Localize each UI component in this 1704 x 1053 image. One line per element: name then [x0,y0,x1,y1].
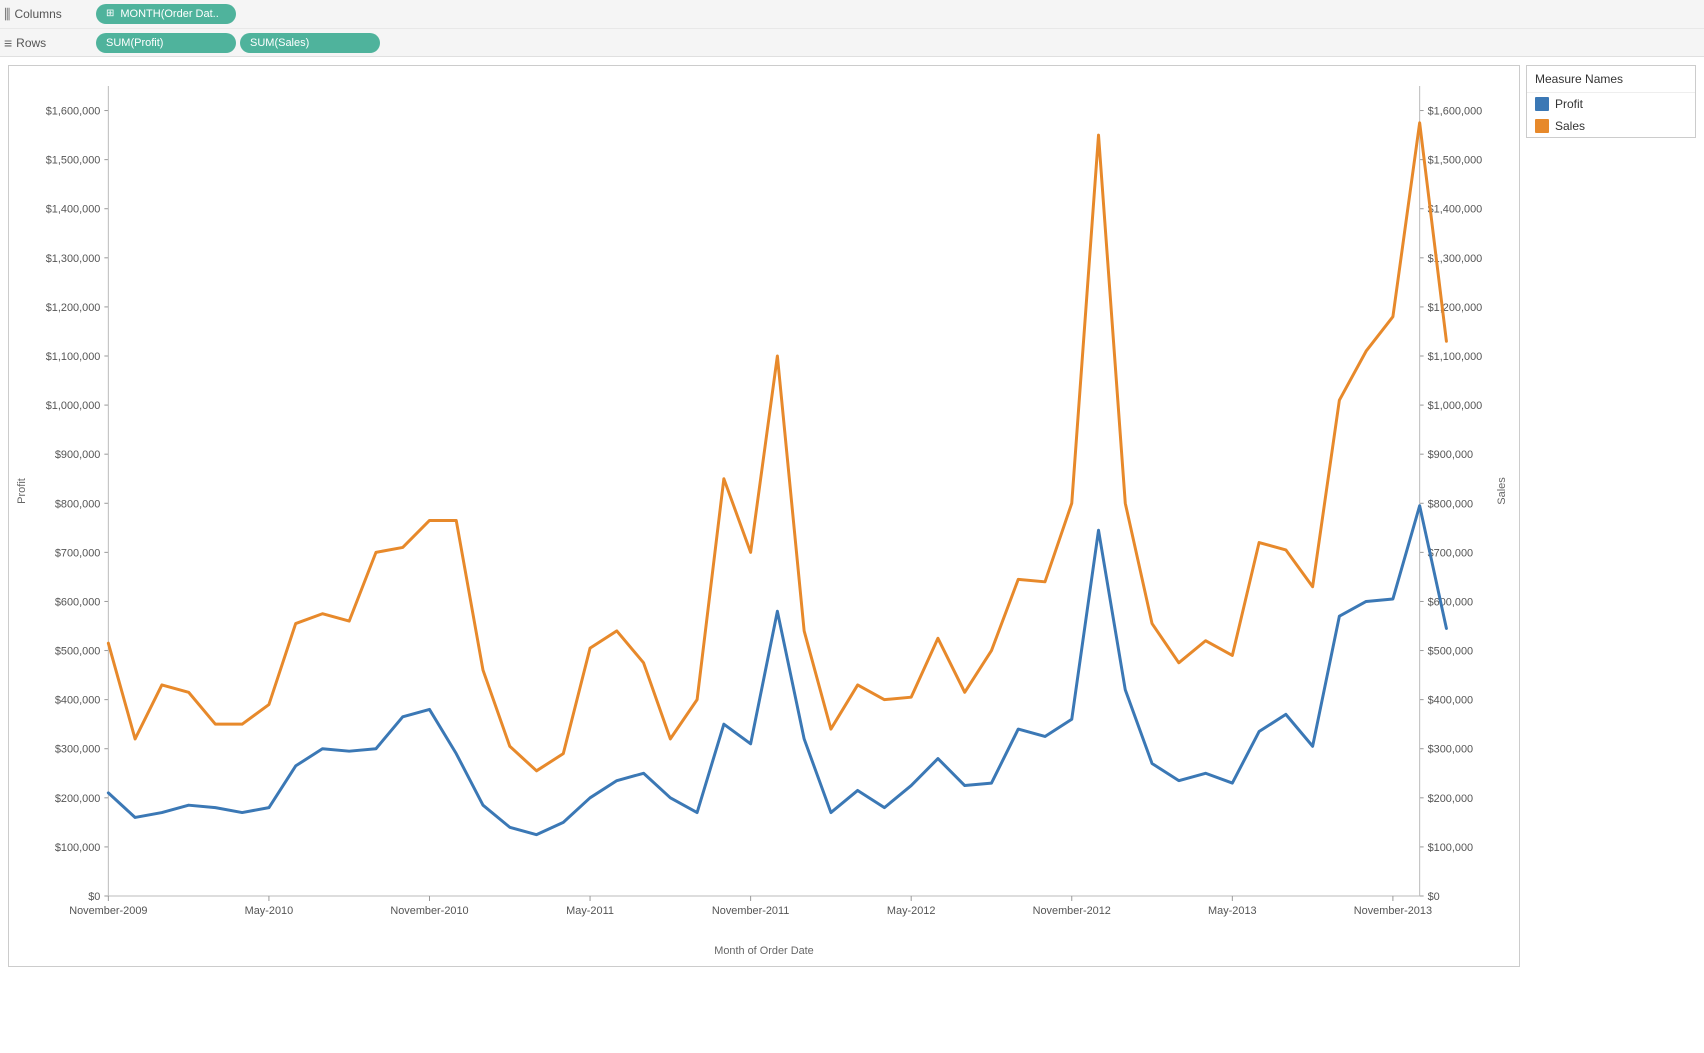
legend-items: Profit Sales [1527,93,1695,137]
y-tick-label: $1,400,000 [46,204,101,216]
pill[interactable]: SUM(Sales) [240,33,380,53]
chart-region[interactable]: $0 $0 $100,000 $100,000 $200,000 $200,000 $300… [8,65,1520,967]
x-tick-label: November-2012 [1033,905,1111,917]
pill-label: SUM(Sales) [250,37,309,49]
rows-shelf-label: ≡ Rows [4,35,88,51]
line-chart: $0 $0 $100,000 $100,000 $200,000 $200,000 $300… [9,66,1519,966]
columns-pill-container: ⊞ MONTH(Order Dat.. [96,4,236,24]
y-tick-label: $900,000 [55,449,101,461]
x-axis-title: Month of Order Date [714,945,814,957]
y2-tick-label: $1,200,000 [1428,302,1483,314]
expand-icon: ⊞ [106,9,114,19]
legend-title: Measure Names [1527,66,1695,93]
y2-tick-label: $1,100,000 [1428,351,1483,363]
y2-tick-label: $1,000,000 [1428,400,1483,412]
pill[interactable]: ⊞ MONTH(Order Dat.. [96,4,236,24]
y-tick-label: $1,100,000 [46,351,101,363]
rows-shelf[interactable]: ≡ Rows SUM(Profit) SUM(Sales) [0,28,1704,56]
y2-tick-label: $1,400,000 [1428,204,1483,216]
x-tick-label: November-2009 [69,905,147,917]
columns-shelf-label: ⫼ Columns [4,6,88,23]
y-tick-label: $1,300,000 [46,253,101,265]
y-tick-label: $500,000 [55,646,101,658]
legend-item[interactable]: Sales [1527,115,1695,137]
columns-icon: ⫼ [4,6,10,23]
rows-pill-container: SUM(Profit) SUM(Sales) [96,33,380,53]
y2-tick-label: $500,000 [1428,646,1474,658]
y2-axis-title: Sales [1496,477,1508,505]
x-tick-label: November-2011 [712,905,789,917]
y2-tick-label: $600,000 [1428,596,1474,608]
main-area: $0 $0 $100,000 $100,000 $200,000 $200,000 $300… [0,57,1704,975]
y-tick-label: $800,000 [55,498,101,510]
legend-swatch [1535,119,1549,133]
columns-shelf-text: Columns [14,7,61,21]
x-tick-label: November-2013 [1354,905,1432,917]
pill[interactable]: SUM(Profit) [96,33,236,53]
y2-tick-label: $300,000 [1428,744,1474,756]
y-tick-label: $0 [88,891,100,903]
legend-label: Sales [1555,119,1585,133]
legend-item[interactable]: Profit [1527,93,1695,115]
y-tick-label: $1,000,000 [46,400,101,412]
x-tick-label: May-2011 [566,905,614,917]
y-tick-label: $1,200,000 [46,302,101,314]
y1-axis-title: Profit [16,478,28,504]
columns-shelf[interactable]: ⫼ Columns ⊞ MONTH(Order Dat.. [0,0,1704,28]
x-tick-label: November-2010 [390,905,468,917]
y-tick-label: $1,600,000 [46,106,101,118]
y2-tick-label: $100,000 [1428,842,1474,854]
pill-label: SUM(Profit) [106,37,163,49]
y2-tick-label: $200,000 [1428,793,1474,805]
y-tick-label: $700,000 [55,547,101,559]
y2-tick-label: $400,000 [1428,695,1474,707]
rows-icon: ≡ [4,35,12,51]
y2-tick-label: $700,000 [1428,547,1474,559]
y-tick-label: $300,000 [55,744,101,756]
y-tick-label: $100,000 [55,842,101,854]
y-tick-label: $600,000 [55,596,101,608]
y-tick-label: $200,000 [55,793,101,805]
x-tick-label: May-2010 [245,905,294,917]
series-sales[interactable] [108,123,1446,771]
legend-swatch [1535,97,1549,111]
y2-tick-label: $1,600,000 [1428,106,1483,118]
pill-label: MONTH(Order Dat.. [120,8,218,20]
y2-tick-label: $1,500,000 [1428,155,1483,167]
series-profit[interactable] [108,506,1446,835]
x-tick-label: May-2012 [887,905,936,917]
legend-panel[interactable]: Measure Names Profit Sales [1526,65,1696,138]
rows-shelf-text: Rows [16,36,46,50]
x-tick-label: May-2013 [1208,905,1257,917]
y2-tick-label: $800,000 [1428,498,1474,510]
y2-tick-label: $900,000 [1428,449,1474,461]
y-tick-label: $1,500,000 [46,155,101,167]
shelves: ⫼ Columns ⊞ MONTH(Order Dat.. ≡ Rows SUM(… [0,0,1704,57]
legend-label: Profit [1555,97,1583,111]
y-tick-label: $400,000 [55,695,101,707]
y2-tick-label: $0 [1428,891,1440,903]
